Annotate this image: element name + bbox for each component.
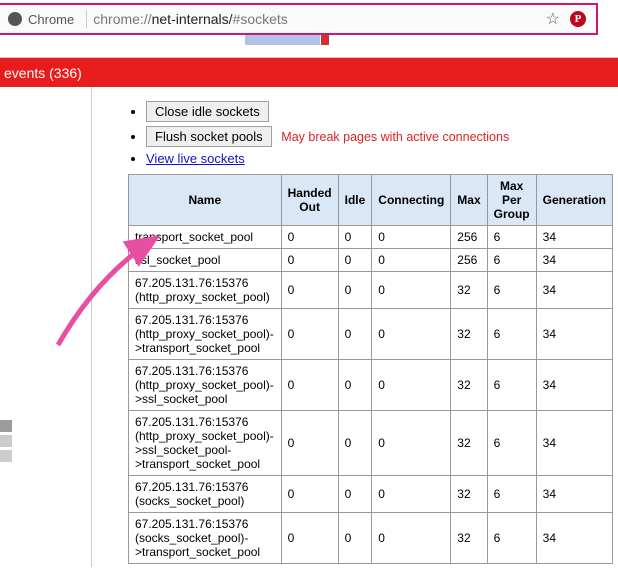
events-tab[interactable]: events (336) (0, 57, 618, 87)
cell-max-per-group: 6 (487, 513, 536, 564)
cell-connecting: 0 (372, 360, 451, 411)
cell-max-per-group: 6 (487, 476, 536, 513)
url-path: net-internals/ (152, 11, 233, 27)
cell-connecting: 0 (372, 309, 451, 360)
cell-generation: 34 (536, 411, 612, 476)
cell-max: 32 (451, 476, 487, 513)
list-item: Close idle sockets (146, 101, 613, 122)
flush-warning: May break pages with active connections (281, 130, 509, 144)
table-row: 67.205.131.76:15376 (http_proxy_socket_p… (129, 309, 613, 360)
cell-generation: 34 (536, 360, 612, 411)
cell-connecting: 0 (372, 226, 451, 249)
cell-connecting: 0 (372, 513, 451, 564)
separator (86, 10, 87, 28)
cell-handed-out: 0 (281, 272, 338, 309)
col-max: Max (451, 175, 487, 226)
cell-handed-out: 0 (281, 309, 338, 360)
main-panel: Close idle sockets Flush socket pools Ma… (92, 87, 618, 567)
cell-connecting: 0 (372, 272, 451, 309)
col-generation: Generation (536, 175, 612, 226)
cell-name: 67.205.131.76:15376 (http_proxy_socket_p… (129, 360, 282, 411)
cell-generation: 34 (536, 309, 612, 360)
close-idle-sockets-button[interactable]: Close idle sockets (146, 101, 269, 122)
events-label: events (336) (4, 65, 82, 81)
cell-idle: 0 (338, 272, 372, 309)
cell-handed-out: 0 (281, 249, 338, 272)
table-row: 67.205.131.76:15376 (socks_socket_pool)0… (129, 476, 613, 513)
cell-name: 67.205.131.76:15376 (http_proxy_socket_p… (129, 309, 282, 360)
pinterest-extension-icon[interactable]: P (570, 11, 586, 27)
cell-max-per-group: 6 (487, 249, 536, 272)
cell-idle: 0 (338, 249, 372, 272)
col-connecting: Connecting (372, 175, 451, 226)
cell-max: 256 (451, 249, 487, 272)
table-row: 67.205.131.76:15376 (http_proxy_socket_p… (129, 360, 613, 411)
cell-max: 256 (451, 226, 487, 249)
col-handed-out: Handed Out (281, 175, 338, 226)
cell-max: 32 (451, 309, 487, 360)
cell-generation: 34 (536, 476, 612, 513)
col-name: Name (129, 175, 282, 226)
flush-socket-pools-button[interactable]: Flush socket pools (146, 126, 272, 147)
cell-name: 67.205.131.76:15376 (socks_socket_pool)-… (129, 513, 282, 564)
cell-generation: 34 (536, 513, 612, 564)
table-row: 67.205.131.76:15376 (http_proxy_socket_p… (129, 272, 613, 309)
actions-list: Close idle sockets Flush socket pools Ma… (128, 101, 613, 166)
col-max-per-group: Max Per Group (487, 175, 536, 226)
cell-name: 67.205.131.76:15376 (http_proxy_socket_p… (129, 411, 282, 476)
cell-idle: 0 (338, 226, 372, 249)
cell-handed-out: 0 (281, 513, 338, 564)
chrome-icon (8, 12, 22, 26)
cell-generation: 34 (536, 249, 612, 272)
omnibox-scheme-label: Chrome (28, 12, 74, 27)
cell-max: 32 (451, 272, 487, 309)
cell-connecting: 0 (372, 249, 451, 272)
cell-name: 67.205.131.76:15376 (http_proxy_socket_p… (129, 272, 282, 309)
cell-max: 32 (451, 360, 487, 411)
cell-handed-out: 0 (281, 411, 338, 476)
cell-idle: 0 (338, 513, 372, 564)
sidebar (0, 87, 92, 567)
col-idle: Idle (338, 175, 372, 226)
cell-idle: 0 (338, 476, 372, 513)
cell-handed-out: 0 (281, 476, 338, 513)
cell-connecting: 0 (372, 476, 451, 513)
cell-generation: 34 (536, 272, 612, 309)
cell-name: ssl_socket_pool (129, 249, 282, 272)
table-row: 67.205.131.76:15376 (socks_socket_pool)-… (129, 513, 613, 564)
cell-max-per-group: 6 (487, 360, 536, 411)
url-prefix: chrome:// (93, 11, 151, 27)
socket-pool-table: Name Handed Out Idle Connecting Max Max … (128, 174, 613, 564)
url-hash: #sockets (233, 11, 288, 27)
cell-idle: 0 (338, 411, 372, 476)
cell-generation: 34 (536, 226, 612, 249)
cell-max-per-group: 6 (487, 309, 536, 360)
cell-handed-out: 0 (281, 226, 338, 249)
bookmark-star-icon[interactable]: ☆ (546, 9, 560, 29)
cell-max-per-group: 6 (487, 272, 536, 309)
cell-idle: 0 (338, 360, 372, 411)
cell-connecting: 0 (372, 411, 451, 476)
view-live-sockets-link[interactable]: View live sockets (146, 151, 245, 166)
list-item: View live sockets (146, 151, 613, 166)
omnibox-url[interactable]: chrome://net-internals/#sockets (93, 11, 288, 27)
omnibox[interactable]: Chrome chrome://net-internals/#sockets ☆… (0, 3, 598, 35)
decorative-strip (245, 35, 618, 45)
decorative-blocks (0, 420, 12, 465)
cell-idle: 0 (338, 309, 372, 360)
cell-max: 32 (451, 411, 487, 476)
cell-max-per-group: 6 (487, 226, 536, 249)
table-row: transport_socket_pool000256634 (129, 226, 613, 249)
cell-handed-out: 0 (281, 360, 338, 411)
cell-name: transport_socket_pool (129, 226, 282, 249)
table-row: 67.205.131.76:15376 (http_proxy_socket_p… (129, 411, 613, 476)
cell-max: 32 (451, 513, 487, 564)
list-item: Flush socket pools May break pages with … (146, 126, 613, 147)
cell-max-per-group: 6 (487, 411, 536, 476)
table-row: ssl_socket_pool000256634 (129, 249, 613, 272)
cell-name: 67.205.131.76:15376 (socks_socket_pool) (129, 476, 282, 513)
